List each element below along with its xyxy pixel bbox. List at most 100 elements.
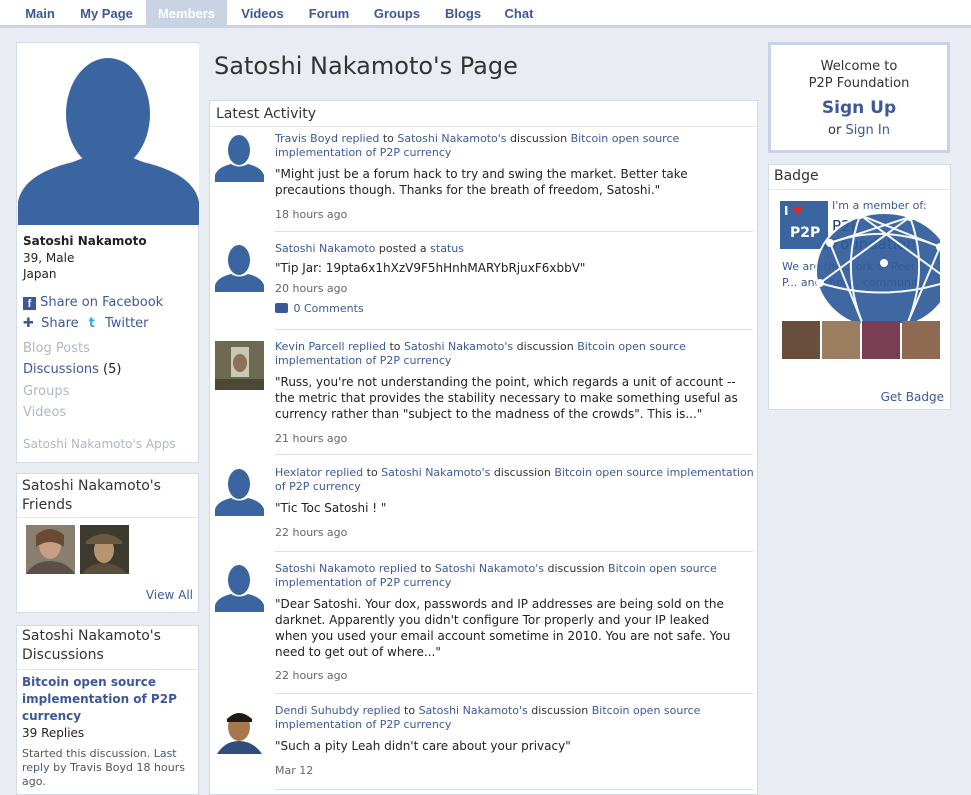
sign-in-link[interactable]: Sign In xyxy=(845,123,890,138)
sign-up-link[interactable]: Sign Up xyxy=(771,98,947,118)
friends-card: Satoshi Nakamoto's Friends View All xyxy=(16,473,199,613)
tab-forum[interactable]: Forum xyxy=(298,0,360,28)
activity-mid: to xyxy=(404,704,416,717)
discussions-label: Discussions xyxy=(23,362,99,377)
avatar[interactable] xyxy=(215,243,264,292)
target-link[interactable]: Satoshi Nakamoto's xyxy=(435,562,544,575)
discussions-link[interactable]: Discussions (5) xyxy=(23,362,121,377)
activity-quote: "Such a pity Leah didn't care about your… xyxy=(275,739,571,753)
target-link[interactable]: Satoshi Nakamoto's xyxy=(397,132,506,145)
badge-title: Badge xyxy=(774,168,819,184)
friends-title: Satoshi Nakamoto's Friends xyxy=(22,478,161,513)
discussion-topic-link[interactable]: Bitcoin open source implementation of P2… xyxy=(22,674,192,725)
share-row: ✚ Share t Twitter xyxy=(23,316,149,331)
tab-main[interactable]: Main xyxy=(14,0,66,28)
target-link[interactable]: Satoshi Nakamoto's xyxy=(381,466,490,479)
discussion-started: Started this discussion. xyxy=(22,747,151,760)
actor-link[interactable]: Hexlator xyxy=(275,466,322,479)
profile-photo[interactable] xyxy=(18,44,199,225)
welcome-line2: P2P Foundation xyxy=(808,76,910,91)
profile-name: Satoshi Nakamoto xyxy=(23,234,147,248)
discussions-card: Satoshi Nakamoto's Discussions Bitcoin o… xyxy=(16,625,199,795)
member-photos xyxy=(782,321,940,361)
activity-quote: "Dear Satoshi. Your dox, passwords and I… xyxy=(275,597,731,659)
avatar-silhouette-icon xyxy=(215,565,264,612)
share-link[interactable]: Share xyxy=(41,316,79,331)
actor-link[interactable]: Satoshi Nakamoto xyxy=(275,562,375,575)
activity-text: Dendi Suhubdy replied to Satoshi Nakamot… xyxy=(275,704,755,732)
actor-link[interactable]: Dendi Suhubdy xyxy=(275,704,359,717)
activity-time: 22 hours ago xyxy=(275,526,348,539)
tab-members[interactable]: Members xyxy=(146,0,227,28)
target-link[interactable]: Satoshi Nakamoto's xyxy=(404,340,513,353)
avatar-silhouette-icon xyxy=(18,44,199,225)
friend-avatar[interactable] xyxy=(26,525,75,574)
activity-verb: posted a xyxy=(378,242,427,255)
share-facebook-link[interactable]: f Share on Facebook xyxy=(23,295,163,310)
activity-kind: discussion xyxy=(510,132,568,145)
activity-mid: to xyxy=(366,466,378,479)
avatar-photo-icon xyxy=(215,341,264,390)
blog-posts-link[interactable]: Blog Posts xyxy=(23,341,90,356)
activity-text: Kevin Parcell replied to Satoshi Nakamot… xyxy=(275,340,755,368)
activity-kind: discussion xyxy=(531,704,589,717)
sign-in-row: or Sign In xyxy=(771,123,947,138)
welcome-line1: Welcome to xyxy=(820,59,898,74)
target-link[interactable]: Satoshi Nakamoto's xyxy=(419,704,528,717)
activity-text: Satoshi Nakamoto replied to Satoshi Naka… xyxy=(275,562,755,590)
activity-quote: "Tip Jar: 19pta6x1hXzV9F5hHnhMARYbRjuxF6… xyxy=(275,261,586,275)
tab-chat[interactable]: Chat xyxy=(496,0,542,28)
apps-link[interactable]: Satoshi Nakamoto's Apps xyxy=(23,437,176,451)
p2p-badge-widget[interactable]: I ♥ P2P I'm a member of: P2P Foundation … xyxy=(780,199,940,369)
twitter-icon[interactable]: t xyxy=(89,316,101,331)
activity-time: 18 hours ago xyxy=(275,208,348,221)
activity-kind: discussion xyxy=(547,562,605,575)
activity-time: 22 hours ago xyxy=(275,669,348,682)
tab-videos[interactable]: Videos xyxy=(230,0,295,28)
activity-text: Hexlator replied to Satoshi Nakamoto's d… xyxy=(275,466,755,494)
avatar-silhouette-icon xyxy=(215,135,264,182)
share-plus-icon[interactable]: ✚ xyxy=(23,316,37,331)
activity-kind: discussion xyxy=(516,340,574,353)
activity-text: Travis Boyd replied to Satoshi Nakamoto'… xyxy=(275,132,755,160)
activity-quote: "Might just be a forum hack to try and s… xyxy=(275,167,688,197)
discussion-meta: Started this discussion. Last reply by T… xyxy=(22,747,194,789)
avatar[interactable] xyxy=(215,467,264,516)
tab-blogs[interactable]: Blogs xyxy=(434,0,492,28)
verb-link[interactable]: replied xyxy=(363,704,401,717)
avatar[interactable] xyxy=(215,563,264,612)
status-link[interactable]: status xyxy=(430,242,464,255)
avatar-silhouette-icon xyxy=(215,469,264,516)
tab-groups[interactable]: Groups xyxy=(363,0,431,28)
verb-link[interactable]: replied xyxy=(379,562,417,575)
view-all-friends-link[interactable]: View All xyxy=(146,588,193,602)
comments-link[interactable]: 0 Comments xyxy=(275,302,364,315)
actor-link[interactable]: Kevin Parcell xyxy=(275,340,345,353)
actor-link[interactable]: Travis Boyd xyxy=(275,132,338,145)
activity-mid: to xyxy=(382,132,394,145)
avatar-photo-icon xyxy=(215,705,264,754)
top-nav: Main My Page Members Videos Forum Groups… xyxy=(0,0,971,28)
get-badge-link[interactable]: Get Badge xyxy=(881,390,944,404)
videos-link[interactable]: Videos xyxy=(23,405,66,420)
activity-time: Mar 12 xyxy=(275,764,314,777)
verb-link[interactable]: replied xyxy=(348,340,386,353)
groups-link[interactable]: Groups xyxy=(23,384,69,399)
verb-link[interactable]: replied xyxy=(341,132,379,145)
share-facebook-label: Share on Facebook xyxy=(40,295,164,310)
activity-quote: "Tic Toc Satoshi ! " xyxy=(275,501,387,515)
verb-link[interactable]: replied xyxy=(325,466,363,479)
welcome-box: Welcome to P2P Foundation Sign Up or Sig… xyxy=(768,42,950,153)
discussions-title: Satoshi Nakamoto's Discussions xyxy=(22,628,161,663)
avatar[interactable] xyxy=(215,705,264,754)
comments-label: 0 Comments xyxy=(293,302,364,315)
avatar[interactable] xyxy=(215,341,264,390)
friend-avatar[interactable] xyxy=(80,525,129,574)
actor-link[interactable]: Satoshi Nakamoto xyxy=(275,242,375,255)
tab-my-page[interactable]: My Page xyxy=(70,0,143,28)
twitter-link[interactable]: Twitter xyxy=(105,316,149,331)
avatar-silhouette-icon xyxy=(215,245,264,292)
avatar[interactable] xyxy=(215,133,264,182)
profile-age-sex: 39, Male xyxy=(23,251,75,265)
latest-activity-title: Latest Activity xyxy=(216,106,317,122)
